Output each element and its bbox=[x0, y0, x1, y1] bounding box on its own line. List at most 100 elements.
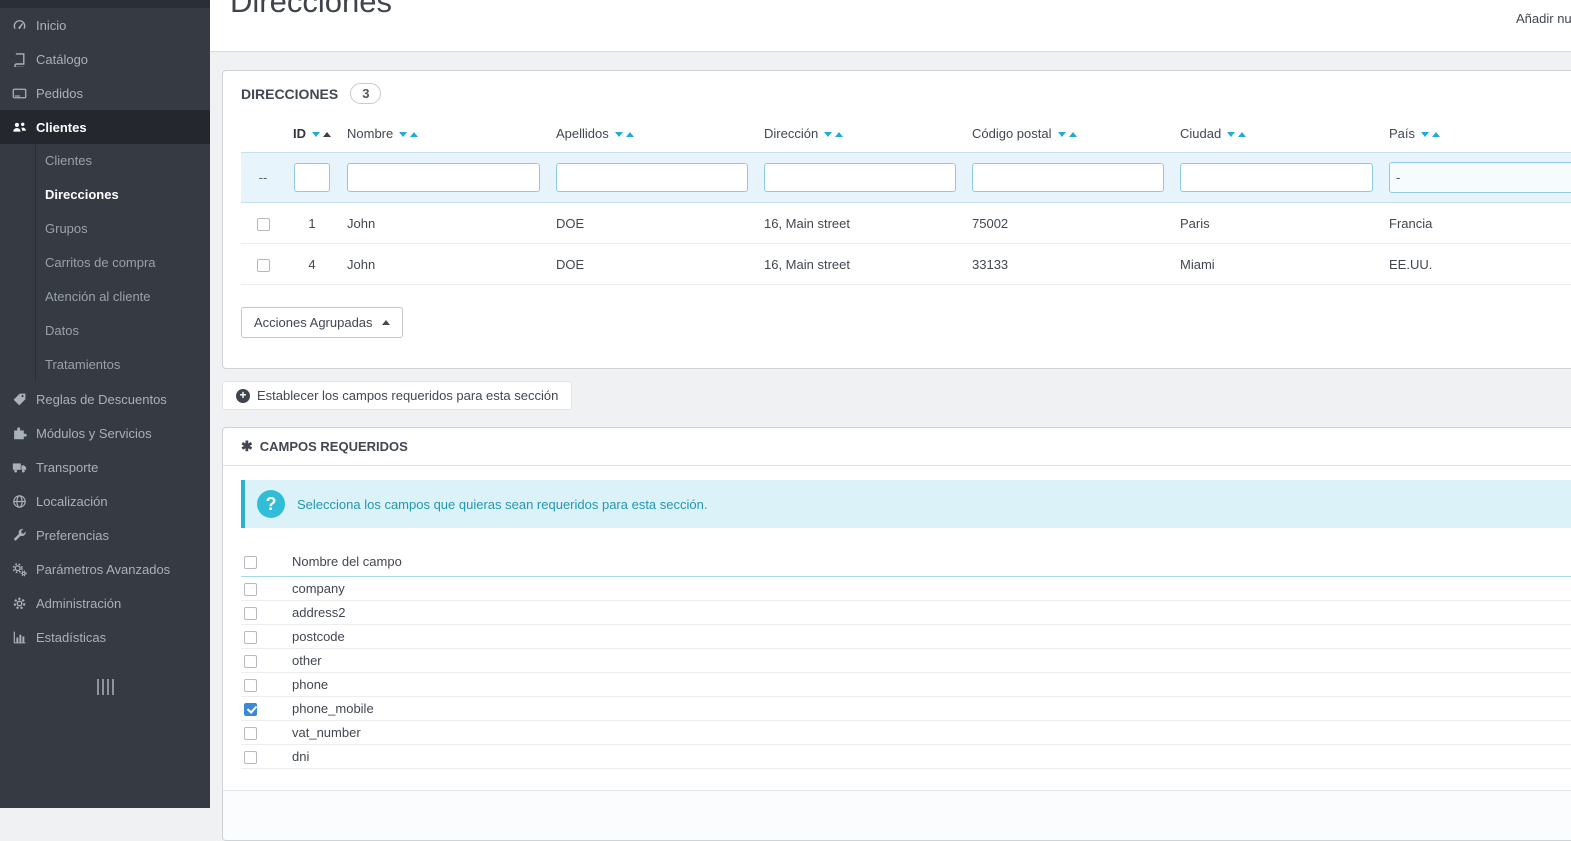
sidebar-subitem-clientes[interactable]: Clientes bbox=[36, 144, 210, 178]
sidebar-subitem-carritos-de-compra[interactable]: Carritos de compra bbox=[36, 246, 210, 280]
field-name: phone bbox=[289, 672, 1571, 696]
filter-input-nombre[interactable] bbox=[347, 163, 540, 192]
field-checkbox[interactable] bbox=[244, 703, 257, 716]
required-fields-panel-title: CAMPOS REQUERIDOS bbox=[260, 439, 408, 454]
filter-select-pais[interactable]: - bbox=[1389, 162, 1571, 193]
field-row[interactable]: vat_number bbox=[241, 720, 1571, 744]
sort-asc-icon[interactable] bbox=[410, 132, 418, 137]
field-checkbox-cell bbox=[241, 576, 289, 600]
field-row[interactable]: phone bbox=[241, 672, 1571, 696]
sidebar-item-clientes[interactable]: Clientes bbox=[0, 110, 210, 144]
field-row[interactable]: phone_mobile bbox=[241, 696, 1571, 720]
sidebar-item-preferencias[interactable]: Preferencias bbox=[0, 518, 210, 552]
content: DIRECCIONES 3 IDNombreApellidosDirección… bbox=[210, 52, 1571, 841]
column-header-codigo-postal[interactable]: Código postal bbox=[964, 118, 1172, 153]
sort-asc-icon[interactable] bbox=[1432, 132, 1440, 137]
filter-cell-codigo-postal bbox=[964, 153, 1172, 203]
sidebar-item-estadisticas[interactable]: Estadísticas bbox=[0, 620, 210, 654]
add-new-address-button[interactable]: Añadir nu bbox=[1516, 11, 1571, 26]
sidebar-item-label: Parámetros Avanzados bbox=[36, 562, 170, 577]
field-row[interactable]: address2 bbox=[241, 600, 1571, 624]
cell-nombre: John bbox=[339, 244, 548, 285]
cell-ciudad: Miami bbox=[1172, 244, 1381, 285]
filter-input-direccion[interactable] bbox=[764, 163, 956, 192]
set-required-fields-label: Establecer los campos requeridos para es… bbox=[257, 388, 558, 403]
row-checkbox[interactable] bbox=[257, 218, 270, 231]
sidebar-item-transporte[interactable]: Transporte bbox=[0, 450, 210, 484]
sidebar-collapse-button[interactable] bbox=[0, 678, 210, 696]
filter-input-id[interactable] bbox=[294, 163, 330, 192]
column-header-direccion[interactable]: Dirección bbox=[756, 118, 964, 153]
sidebar-subitem-grupos[interactable]: Grupos bbox=[36, 212, 210, 246]
page-title: Direcciones bbox=[230, 0, 392, 20]
sort-asc-icon[interactable] bbox=[835, 132, 843, 137]
column-header-id[interactable]: ID bbox=[285, 118, 339, 153]
sidebar-item-label: Localización bbox=[36, 494, 108, 509]
table-row[interactable]: 4JohnDOE16, Main street33133MiamiEE.UU. bbox=[241, 244, 1571, 285]
field-checkbox[interactable] bbox=[244, 679, 257, 692]
sort-desc-icon[interactable] bbox=[824, 132, 832, 137]
sidebar-item-reglas-de-descuentos[interactable]: Reglas de Descuentos bbox=[0, 382, 210, 416]
sort-desc-icon[interactable] bbox=[312, 132, 320, 137]
column-header-ciudad[interactable]: Ciudad bbox=[1172, 118, 1381, 153]
sidebar-item-catalogo[interactable]: Catálogo bbox=[0, 42, 210, 76]
row-checkbox[interactable] bbox=[257, 259, 270, 272]
column-label: Apellidos bbox=[556, 126, 609, 141]
sort-desc-icon[interactable] bbox=[1058, 132, 1066, 137]
column-header-apellidos[interactable]: Apellidos bbox=[548, 118, 756, 153]
customers-icon bbox=[8, 120, 30, 135]
sidebar-item-administracion[interactable]: Administración bbox=[0, 586, 210, 620]
bulk-actions-button[interactable]: Acciones Agrupadas bbox=[241, 307, 403, 338]
field-row[interactable]: dni bbox=[241, 744, 1571, 768]
sidebar-item-localizacion[interactable]: Localización bbox=[0, 484, 210, 518]
sort-desc-icon[interactable] bbox=[1227, 132, 1235, 137]
dashboard-icon bbox=[8, 18, 30, 33]
field-checkbox[interactable] bbox=[244, 583, 257, 596]
sidebar-subitem-datos[interactable]: Datos bbox=[36, 314, 210, 348]
column-label: Ciudad bbox=[1180, 126, 1221, 141]
addresses-panel-title: DIRECCIONES bbox=[241, 86, 338, 102]
sidebar-subitem-direcciones[interactable]: Direcciones bbox=[36, 178, 210, 212]
field-checkbox[interactable] bbox=[244, 607, 257, 620]
field-checkbox[interactable] bbox=[244, 655, 257, 668]
set-required-fields-button[interactable]: + Establecer los campos requeridos para … bbox=[222, 381, 572, 410]
filter-cell-pais: - bbox=[1381, 153, 1571, 203]
sidebar-subitem-tratamientos[interactable]: Tratamientos bbox=[36, 348, 210, 382]
filter-input-ciudad[interactable] bbox=[1180, 163, 1373, 192]
discounts-icon bbox=[8, 392, 30, 407]
sidebar-item-inicio[interactable]: Inicio bbox=[0, 8, 210, 42]
sidebar-item-modulos-y-servicios[interactable]: Módulos y Servicios bbox=[0, 416, 210, 450]
sort-desc-icon[interactable] bbox=[399, 132, 407, 137]
sort-asc-icon[interactable] bbox=[1238, 132, 1246, 137]
cell-nombre: John bbox=[339, 203, 548, 244]
sort-desc-icon[interactable] bbox=[1421, 132, 1429, 137]
field-name-column-header: Nombre del campo bbox=[289, 548, 1571, 576]
field-checkbox[interactable] bbox=[244, 631, 257, 644]
select-all-checkbox[interactable] bbox=[244, 556, 257, 569]
column-header-nombre[interactable]: Nombre bbox=[339, 118, 548, 153]
sort-desc-icon[interactable] bbox=[615, 132, 623, 137]
table-row[interactable]: 1JohnDOE16, Main street75002ParisFrancia bbox=[241, 203, 1571, 244]
field-checkbox[interactable] bbox=[244, 727, 257, 740]
field-row[interactable]: company bbox=[241, 576, 1571, 600]
sort-asc-icon[interactable] bbox=[1069, 132, 1077, 137]
sidebar-item-pedidos[interactable]: Pedidos bbox=[0, 76, 210, 110]
required-fields-panel-header: ✱ CAMPOS REQUERIDOS bbox=[223, 428, 1571, 466]
field-name: vat_number bbox=[289, 720, 1571, 744]
sidebar-item-parametros-avanzados[interactable]: Parámetros Avanzados bbox=[0, 552, 210, 586]
filter-cell-direccion bbox=[756, 153, 964, 203]
cell-id: 1 bbox=[285, 203, 339, 244]
sort-asc-icon[interactable] bbox=[323, 132, 331, 137]
sidebar-subitem-atencion-al-cliente[interactable]: Atención al cliente bbox=[36, 280, 210, 314]
field-row[interactable]: postcode bbox=[241, 624, 1571, 648]
required-fields-panel-footer bbox=[223, 790, 1571, 840]
field-checkbox-cell bbox=[241, 744, 289, 768]
sidebar-item-label: Catálogo bbox=[36, 52, 88, 67]
filter-input-codigo-postal[interactable] bbox=[972, 163, 1164, 192]
field-checkbox[interactable] bbox=[244, 751, 257, 764]
column-header-pais[interactable]: País bbox=[1381, 118, 1571, 153]
filter-input-apellidos[interactable] bbox=[556, 163, 748, 192]
required-fields-header-row: Nombre del campo bbox=[241, 548, 1571, 576]
sort-asc-icon[interactable] bbox=[626, 132, 634, 137]
field-row[interactable]: other bbox=[241, 648, 1571, 672]
